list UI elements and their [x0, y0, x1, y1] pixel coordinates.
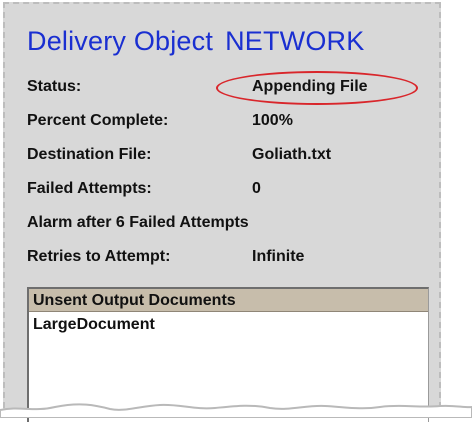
percent-complete-label: Percent Complete: [27, 112, 169, 129]
delivery-object-name: NETWORK [225, 26, 365, 56]
failed-attempts-value: 0 [252, 180, 261, 197]
destination-file-label: Destination File: [27, 146, 152, 163]
list-item[interactable]: LargeDocument [29, 312, 428, 338]
retries-value: Infinite [252, 248, 305, 265]
failed-attempts-label: Failed Attempts: [27, 180, 152, 197]
retries-label: Retries to Attempt: [27, 248, 171, 265]
screenshot-canvas: Delivery Object NETWORK Status: Appending… [0, 0, 472, 422]
panel-title: Delivery Object NETWORK [27, 26, 364, 57]
status-highlight-circle [216, 71, 418, 105]
destination-file-value: Goliath.txt [252, 146, 332, 163]
percent-complete-value: 100% [252, 112, 293, 129]
status-label: Status: [27, 78, 82, 95]
alarm-label: Alarm after 6 Failed Attempts [27, 214, 249, 231]
unsent-documents-header: Unsent Output Documents [29, 289, 428, 312]
title-prefix: Delivery Object [27, 26, 214, 56]
delivery-object-panel: Delivery Object NETWORK Status: Appending… [3, 2, 441, 422]
torn-edge-decoration [0, 403, 472, 418]
